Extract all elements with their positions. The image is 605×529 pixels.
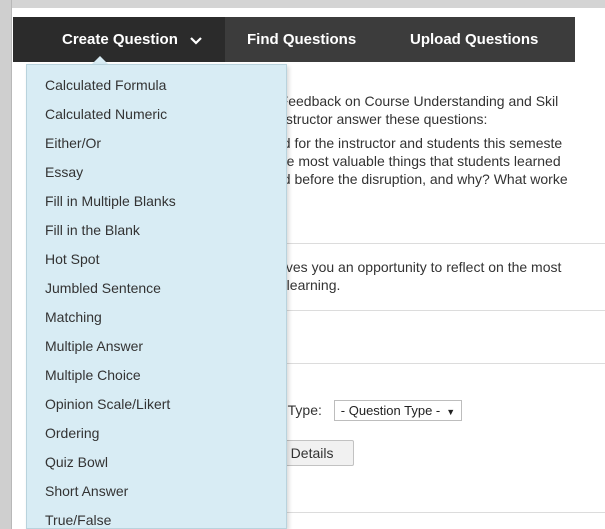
menu-item-quiz-bowl[interactable]: Quiz Bowl xyxy=(27,452,286,481)
menu-item-calculated-numeric[interactable]: Calculated Numeric xyxy=(27,104,286,133)
divider xyxy=(275,512,605,513)
paragraph-line-1: ed for the instructor and students this … xyxy=(275,135,563,151)
menu-item-calculated-formula[interactable]: Calculated Formula xyxy=(27,75,286,104)
menu-item-matching[interactable]: Matching xyxy=(27,307,286,336)
menu-item-opinion-scale-likert[interactable]: Opinion Scale/Likert xyxy=(27,394,286,423)
upload-questions-tab[interactable]: Upload Questions xyxy=(410,17,538,62)
question-type-value: - Question Type - xyxy=(340,403,441,418)
window-frame-left xyxy=(0,0,12,529)
reflect-text: gives you an opportunity to reflect on t… xyxy=(275,258,561,294)
chevron-down-icon xyxy=(190,18,202,63)
divider xyxy=(275,310,605,311)
menu-item-ordering[interactable]: Ordering xyxy=(27,423,286,452)
create-question-button[interactable]: Create Question xyxy=(13,17,225,62)
question-type-row: y Type: - Question Type - ▼ xyxy=(277,400,463,421)
reflect-line-1: gives you an opportunity to reflect on t… xyxy=(275,259,562,275)
intro-line-1: (Feedback on Course Understanding and Sk… xyxy=(275,93,559,109)
dropdown-caret xyxy=(92,56,108,64)
reflect-line-2: e learning. xyxy=(275,277,341,293)
question-paragraph: ed for the instructor and students this … xyxy=(275,134,568,188)
divider xyxy=(275,243,605,244)
question-type-select[interactable]: - Question Type - ▼ xyxy=(333,400,463,421)
create-question-label: Create Question xyxy=(62,31,178,48)
menu-item-essay[interactable]: Essay xyxy=(27,162,286,191)
menu-item-fill-in-the-blank[interactable]: Fill in the Blank xyxy=(27,220,286,249)
menu-item-short-answer[interactable]: Short Answer xyxy=(27,481,286,510)
intro-text: (Feedback on Course Understanding and Sk… xyxy=(275,92,558,128)
menu-item-true-false[interactable]: True/False xyxy=(27,510,286,529)
divider xyxy=(275,363,605,364)
paragraph-line-3: ed before the disruption, and why? What … xyxy=(275,171,568,187)
menu-item-either-or[interactable]: Either/Or xyxy=(27,133,286,162)
paragraph-line-2: the most valuable things that students l… xyxy=(275,153,561,169)
intro-line-2: instructor answer these questions: xyxy=(275,111,488,127)
menu-item-fill-in-multiple-blanks[interactable]: Fill in Multiple Blanks xyxy=(27,191,286,220)
menu-item-multiple-answer[interactable]: Multiple Answer xyxy=(27,336,286,365)
menu-item-hot-spot[interactable]: Hot Spot xyxy=(27,249,286,278)
menu-item-jumbled-sentence[interactable]: Jumbled Sentence xyxy=(27,278,286,307)
menu-item-multiple-choice[interactable]: Multiple Choice xyxy=(27,365,286,394)
triangle-down-icon: ▼ xyxy=(446,407,456,417)
window-frame-top xyxy=(0,0,605,8)
find-questions-tab[interactable]: Find Questions xyxy=(247,17,356,62)
create-question-menu: Calculated Formula Calculated Numeric Ei… xyxy=(26,64,287,529)
